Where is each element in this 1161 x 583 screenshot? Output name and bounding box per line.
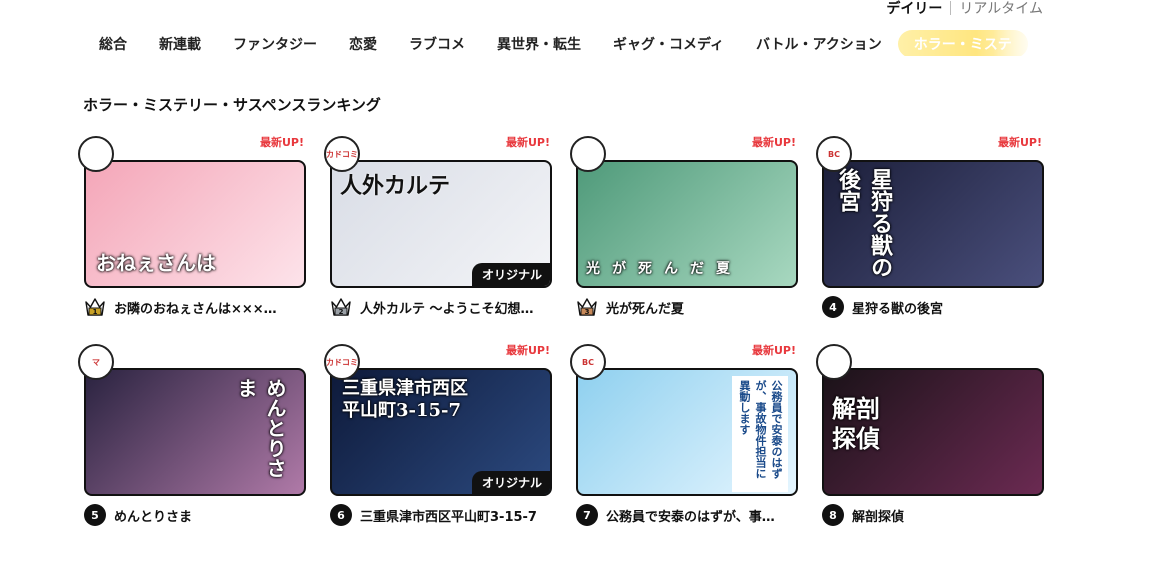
comic-title-link[interactable]: 星狩る獣の後宮 (852, 298, 943, 317)
rank-number: 6 (330, 504, 352, 526)
comic-title-link[interactable]: 解剖探偵 (852, 506, 904, 525)
comic-cover[interactable]: 光が死んだ夏 (576, 160, 798, 288)
cover-title-text: 解剖探偵 (832, 394, 880, 453)
comic-title-link[interactable]: めんとりさま (114, 506, 192, 525)
daily-tab[interactable]: デイリー (886, 0, 942, 18)
realtime-tab[interactable]: リアルタイム (959, 0, 1043, 18)
cover-title-text: 三重県津市西区平山町3-15-7 (342, 378, 468, 421)
new-update-badge: 最新UP! (751, 344, 796, 357)
new-update-badge: 最新UP! (505, 136, 550, 149)
genre-tab[interactable]: ギャグ・コメディ (597, 30, 740, 56)
cover-title-text: 人外カルテ (340, 173, 451, 199)
cover-title-text: 公務員で安泰のはずが、事故物件担当に異動します (732, 376, 788, 492)
publisher-logo-icon: マ (78, 344, 114, 380)
ranking-card[interactable]: 最新UP! カドコミ 人外カルテオリジナル 2 人外カルテ 〜ようこそ幻想… (324, 136, 555, 338)
card-meta: 2 人外カルテ 〜ようこそ幻想… (330, 296, 555, 318)
publisher-logo-icon (816, 344, 852, 380)
ranking-card[interactable]: 最新UP! 光が死んだ夏 3 光が死んだ夏 (570, 136, 801, 338)
rank-number: 3 (585, 308, 590, 316)
new-update-badge: 最新UP! (259, 136, 304, 149)
comic-cover[interactable]: 公務員で安泰のはずが、事故物件担当に異動します (576, 368, 798, 496)
card-meta: 8 解剖探偵 (822, 504, 1047, 526)
ranking-card[interactable]: 最新UP! おねぇさんは 1 お隣のおねぇさんは×××… (78, 136, 309, 338)
comic-title-link[interactable]: 光が死んだ夏 (606, 298, 684, 317)
section-title: ホラー・ミステリー・サスペンスランキング (83, 96, 381, 114)
original-badge: オリジナル (471, 471, 550, 494)
ranking-card[interactable]: 解剖探偵 8 解剖探偵 (816, 344, 1047, 546)
genre-tab[interactable]: 恋愛 (333, 30, 393, 56)
rank-number: 2 (339, 308, 344, 316)
comic-cover[interactable]: おねぇさんは (84, 160, 306, 288)
comic-title-link[interactable]: 公務員で安泰のはずが、事… (606, 506, 775, 525)
original-badge: オリジナル (471, 263, 550, 286)
card-meta: 4 星狩る獣の後宮 (822, 296, 1047, 318)
comic-cover[interactable]: 星狩る獣の後宮 (822, 160, 1044, 288)
ranking-card[interactable]: マめんとりさま 5 めんとりさま (78, 344, 309, 546)
comic-title-link[interactable]: お隣のおねぇさんは×××… (114, 298, 277, 317)
crown-rank-icon: 1 (85, 298, 105, 316)
mode-divider (950, 1, 952, 15)
publisher-logo-icon: カドコミ (324, 344, 360, 380)
genre-tab[interactable]: ファンタジー (217, 30, 333, 56)
publisher-logo-icon: BC (570, 344, 606, 380)
genre-tab-active[interactable]: ホラー・ミステ (897, 30, 1028, 56)
comic-cover[interactable]: 三重県津市西区平山町3-15-7 オリジナル (330, 368, 552, 496)
card-meta: 6 三重県津市西区平山町3-15-7 (330, 504, 555, 526)
card-meta: 7 公務員で安泰のはずが、事… (576, 504, 801, 526)
genre-tab[interactable]: 総合 (83, 30, 143, 56)
rank-number: 5 (84, 504, 106, 526)
publisher-logo-icon: カドコミ (324, 136, 360, 172)
publisher-logo-icon (570, 136, 606, 172)
crown-rank-icon: 3 (577, 298, 597, 316)
cover-title-text: おねぇさんは (96, 251, 216, 275)
publisher-logo-icon (78, 136, 114, 172)
rank-number: 4 (822, 296, 844, 318)
cover-title-text: 光が死んだ夏 (586, 261, 742, 277)
new-update-badge: 最新UP! (505, 344, 550, 357)
ranking-card[interactable]: 最新UP! BC 公務員で安泰のはずが、事故物件担当に異動します 7 公務員で安泰のはず… (570, 344, 801, 546)
cover-title-text: めんとりさま (234, 378, 287, 478)
ranking-card[interactable]: 最新UP! カドコミ 三重県津市西区平山町3-15-7 オリジナル 6 三重県津市西区平山… (324, 344, 555, 546)
card-meta: 5 めんとりさま (84, 504, 309, 526)
genre-tab[interactable]: 異世界・転生 (481, 30, 597, 56)
genre-tab[interactable]: バトル・アクション (740, 30, 898, 56)
ranking-card[interactable]: 最新UP! BC 星狩る獣の後宮 4 星狩る獣の後宮 (816, 136, 1047, 338)
ranking-mode-switch: デイリー リアルタイム (886, 0, 1043, 18)
comic-cover[interactable]: 解剖探偵 (822, 368, 1044, 496)
rank-number: 8 (822, 504, 844, 526)
rank-number: 7 (576, 504, 598, 526)
genre-tab-bar: 総合 新連載 ファンタジー 恋愛 ラブコメ 異世界・転生 ギャグ・コメディ バトル・アクション… (83, 30, 1043, 56)
card-meta: 3 光が死んだ夏 (576, 296, 801, 318)
rank-number: 1 (93, 308, 98, 316)
new-update-badge: 最新UP! (751, 136, 796, 149)
genre-tab[interactable]: ラブコメ (393, 30, 481, 56)
comic-cover[interactable]: めんとりさま (84, 368, 306, 496)
cover-title-text: 星狩る獣の後宮 (835, 168, 893, 278)
comic-cover[interactable]: 人外カルテオリジナル (330, 160, 552, 288)
card-meta: 1 お隣のおねぇさんは×××… (84, 296, 309, 318)
publisher-logo-icon: BC (816, 136, 852, 172)
comic-title-link[interactable]: 人外カルテ 〜ようこそ幻想… (360, 298, 534, 317)
new-update-badge: 最新UP! (997, 136, 1042, 149)
genre-tab[interactable]: 新連載 (143, 30, 217, 56)
comic-title-link[interactable]: 三重県津市西区平山町3-15-7 (360, 506, 537, 525)
crown-rank-icon: 2 (331, 298, 351, 316)
